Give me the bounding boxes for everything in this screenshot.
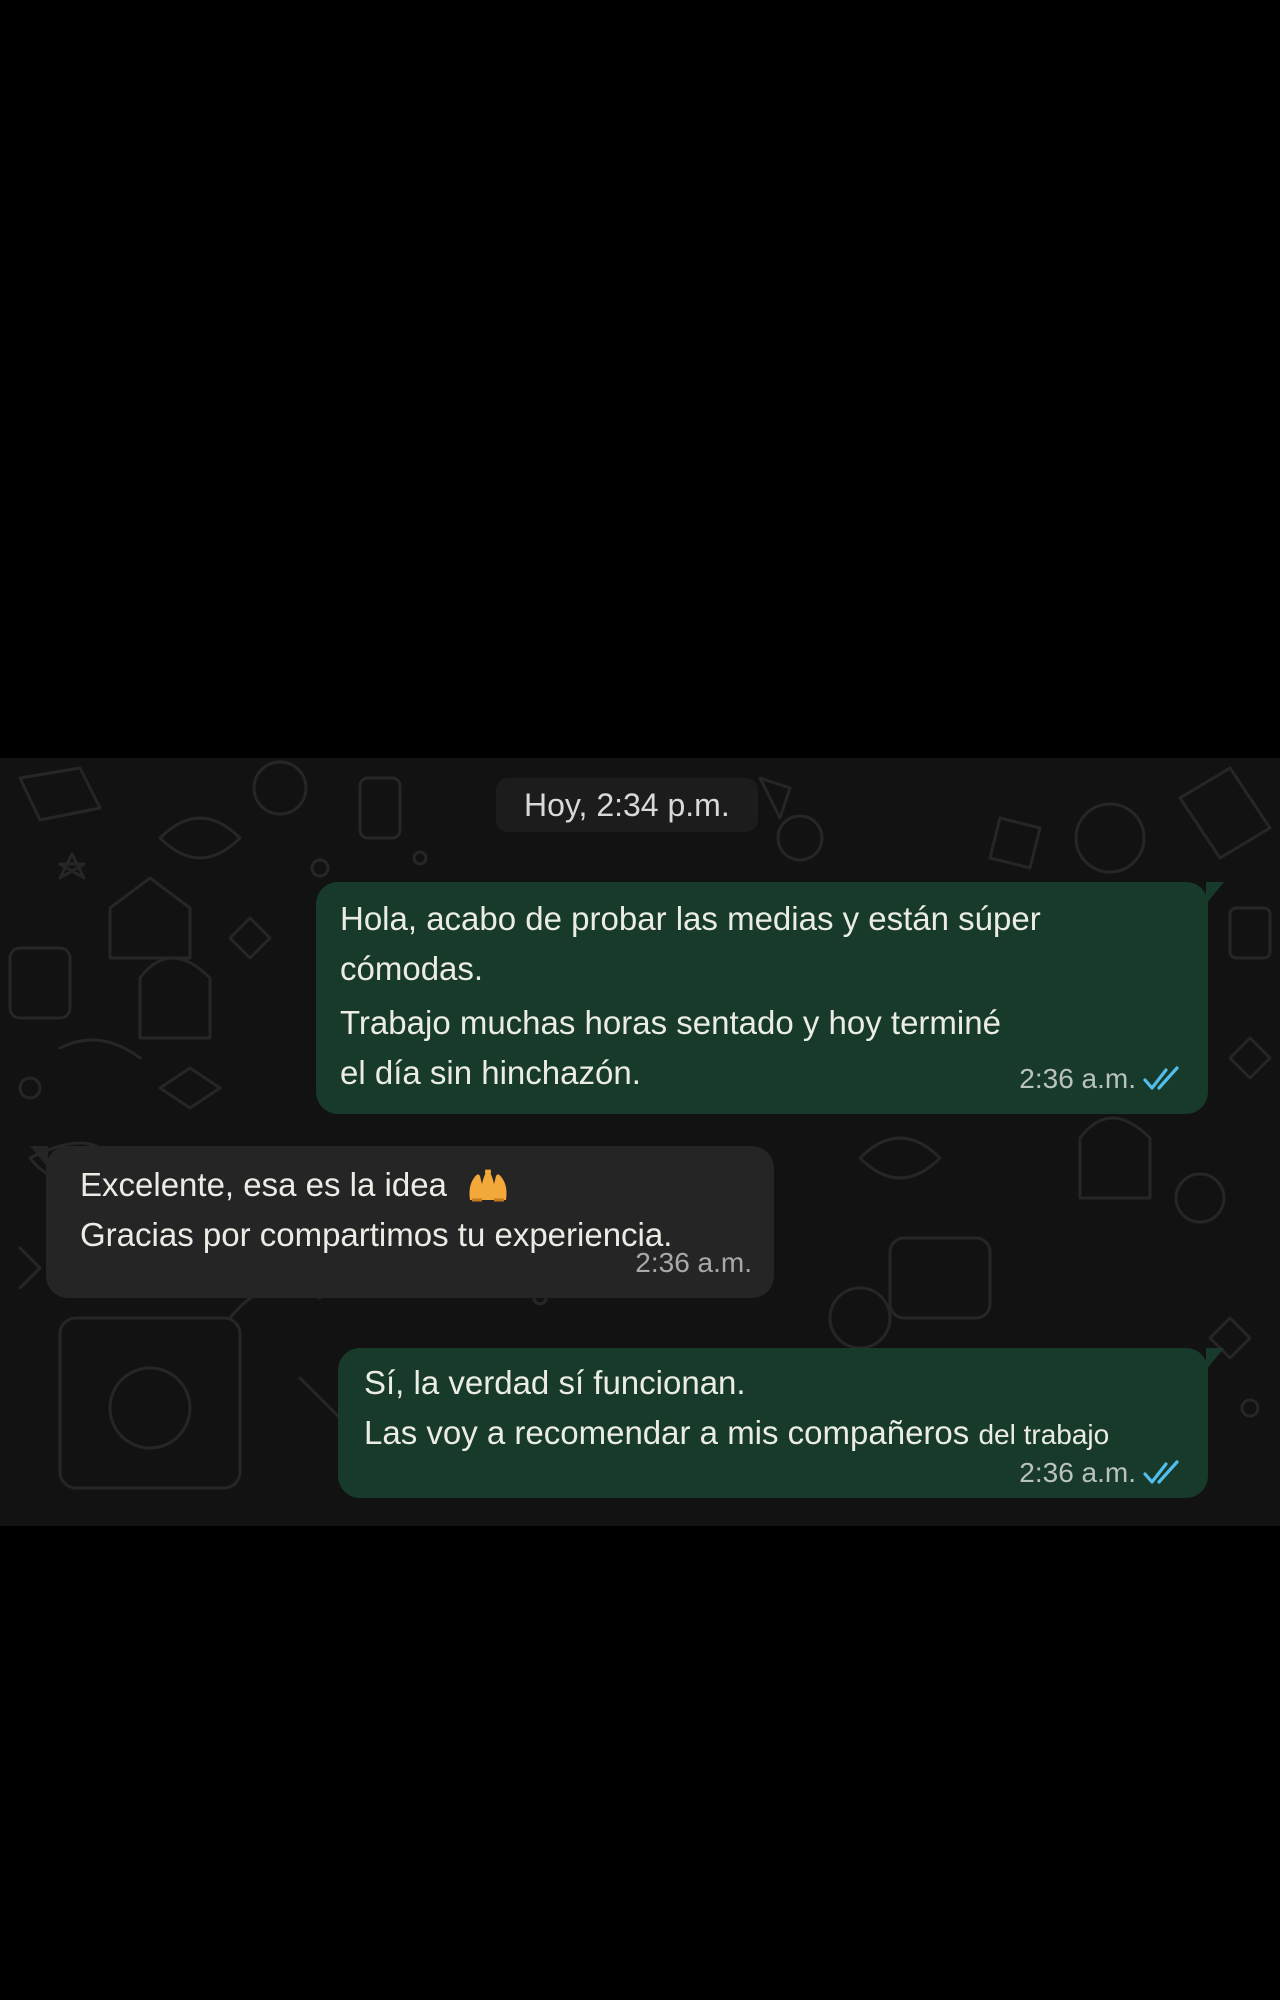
double-check-read-icon — [1143, 1066, 1179, 1090]
message-text-line: cómodas. — [340, 950, 484, 987]
message-text: Las voy a recomendar a mis compañeros — [364, 1414, 970, 1451]
double-check-read-icon — [1143, 1460, 1179, 1484]
message-timestamp: 2:36 a.m. — [1019, 1457, 1136, 1488]
incoming-message-bubble[interactable]: Excelente, esa es la idea Gracias por co… — [30, 1146, 774, 1298]
date-separator-chip: Hoy, 2:34 p.m. — [496, 778, 758, 832]
outgoing-message-bubble[interactable]: Sí, la verdad sí funcionan. Las voy a re… — [338, 1348, 1224, 1498]
message-text-line: Hola, acabo de probar las medias y están… — [340, 900, 1041, 937]
message-timestamp: 2:36 a.m. — [1019, 1063, 1136, 1094]
chat-conversation-area[interactable]: Hoy, 2:34 p.m. Hola, acabo de probar las… — [0, 758, 1280, 1526]
message-meta: 2:36 a.m. — [1019, 1054, 1186, 1104]
message-text: Excelente, esa es la idea — [80, 1166, 447, 1203]
bubble-tail — [30, 1146, 48, 1168]
message-text-line: Sí, la verdad sí funcionan. — [364, 1364, 746, 1401]
raising-hands-icon — [469, 1169, 507, 1202]
message-text: del trabajo — [978, 1419, 1110, 1450]
message-text-line: Excelente, esa es la idea — [80, 1160, 750, 1210]
message-meta: 2:36 a.m. — [635, 1238, 752, 1288]
bubble-tail — [1206, 882, 1224, 904]
message-meta: 2:36 a.m. — [1019, 1448, 1186, 1498]
bubble-tail — [1206, 1348, 1224, 1370]
outgoing-message-bubble[interactable]: Hola, acabo de probar las medias y están… — [316, 882, 1224, 1114]
message-timestamp: 2:36 a.m. — [635, 1247, 752, 1278]
message-text-line: Trabajo muchas horas sentado y hoy termi… — [340, 1004, 1001, 1041]
